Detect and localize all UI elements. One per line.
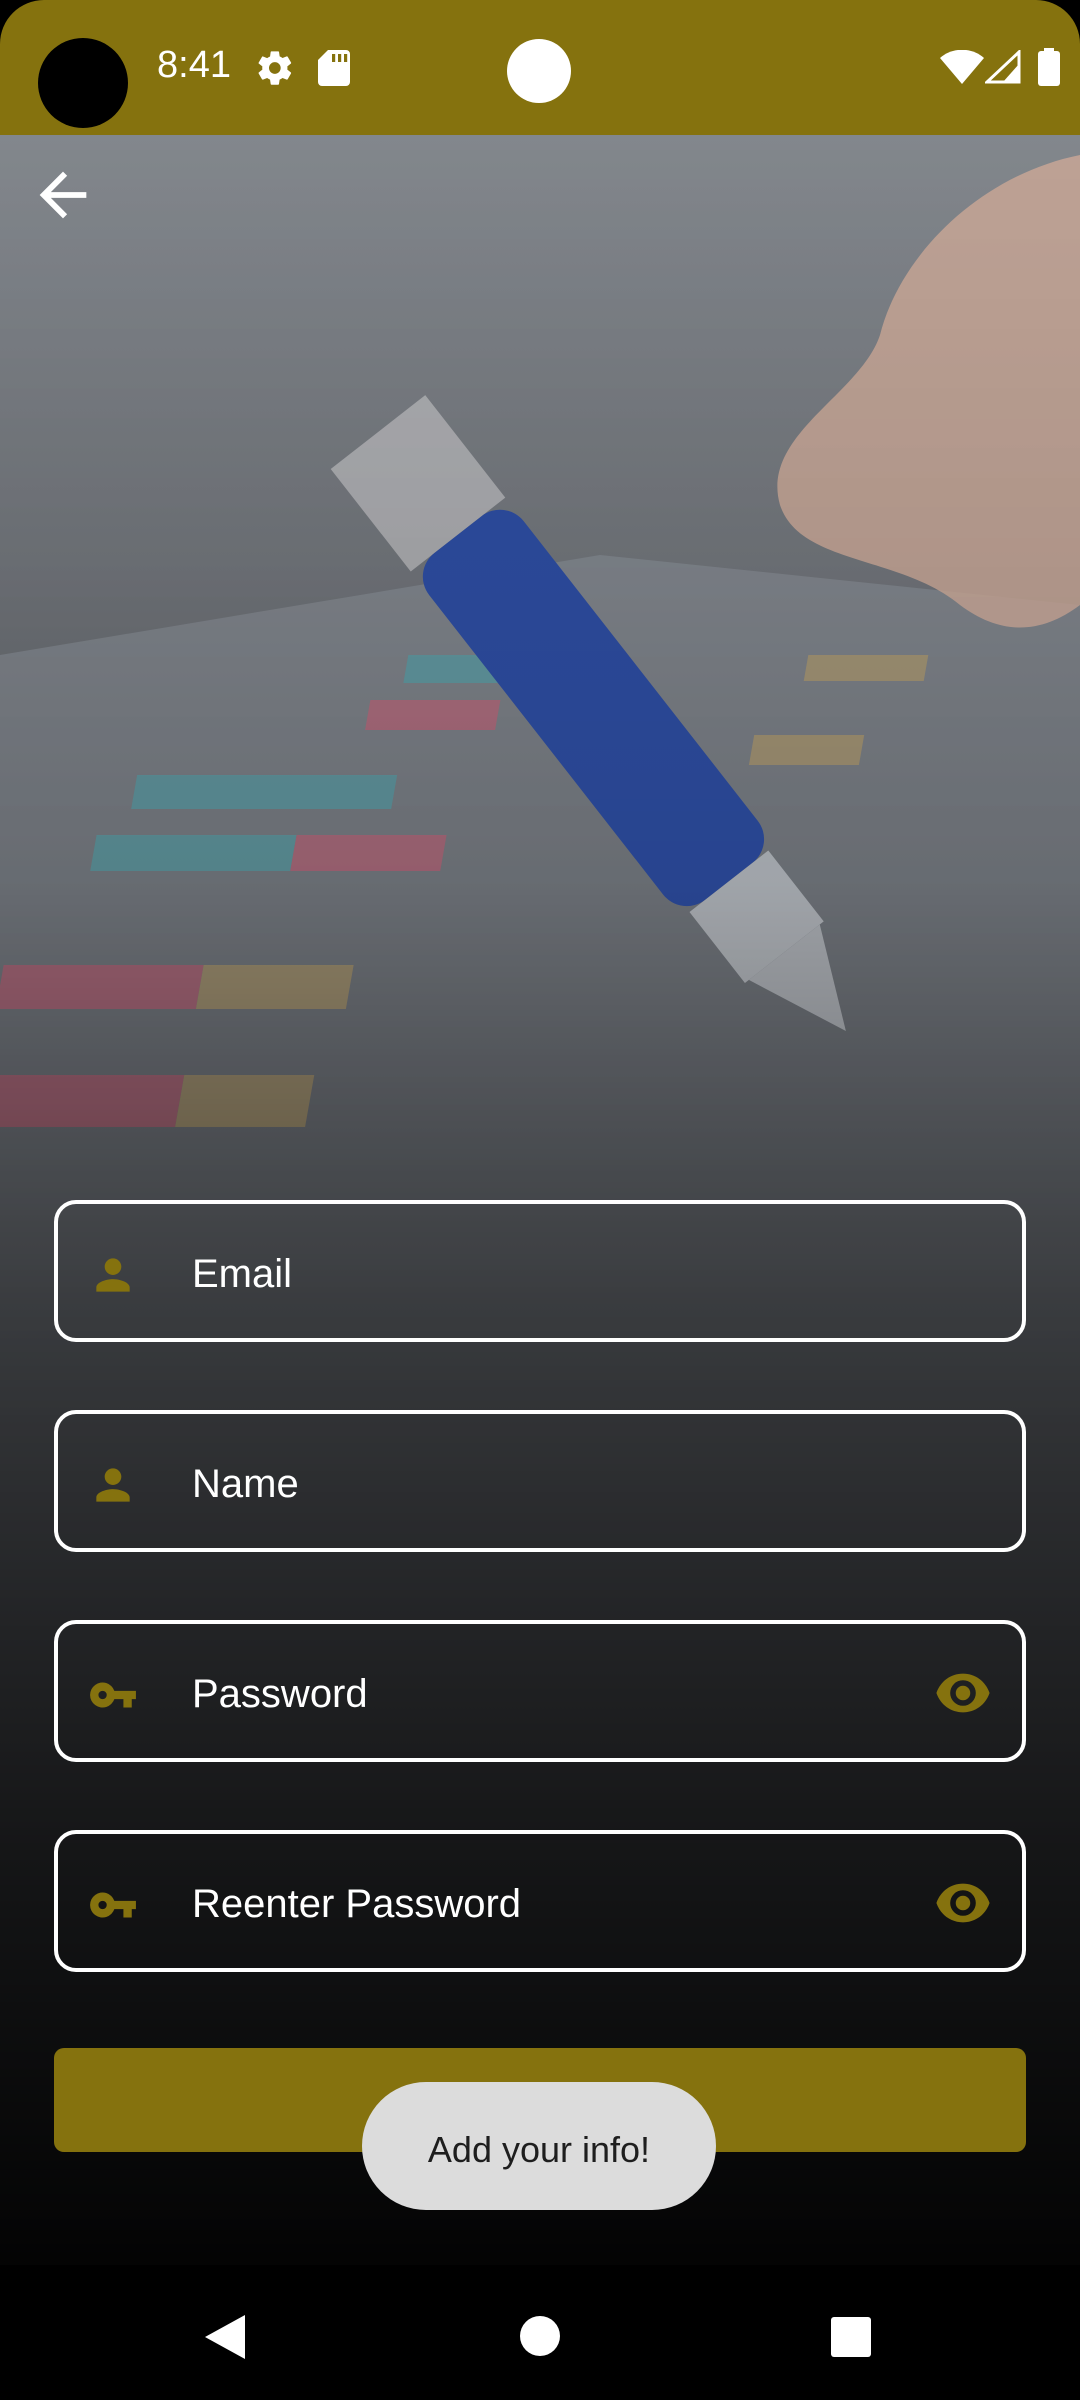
key-icon [90, 1892, 136, 1918]
back-arrow-icon[interactable] [28, 160, 98, 230]
email-placeholder: Email [192, 1252, 293, 1296]
person-icon [96, 1258, 130, 1292]
wifi-icon [940, 50, 984, 84]
eye-icon[interactable] [934, 1880, 992, 1926]
password-field[interactable]: Password [54, 1620, 1026, 1762]
name-placeholder: Name [192, 1462, 299, 1506]
signal-icon [985, 50, 1021, 84]
toast: Add your info! [362, 2082, 716, 2210]
status-time: 8:41 [157, 44, 231, 86]
battery-icon [1038, 48, 1060, 86]
name-field[interactable]: Name [54, 1410, 1026, 1552]
reenter-password-field[interactable]: Reenter Password [54, 1830, 1026, 1972]
gear-icon [258, 51, 292, 85]
navigation-bar [0, 2265, 1080, 2400]
nav-home-icon[interactable] [520, 2316, 560, 2356]
person-icon [96, 1468, 130, 1502]
front-sensor [507, 39, 571, 103]
sd-card-icon [318, 50, 350, 86]
password-placeholder: Password [192, 1672, 368, 1716]
nav-back-icon[interactable] [205, 2315, 245, 2359]
status-bar: 8:41 [0, 0, 1080, 135]
eye-icon[interactable] [934, 1670, 992, 1716]
reenter-password-placeholder: Reenter Password [192, 1882, 522, 1926]
nav-recents-icon[interactable] [831, 2317, 871, 2357]
toast-message: Add your info! [427, 2129, 651, 2170]
email-field[interactable]: Email [54, 1200, 1026, 1342]
camera-cutout [38, 38, 128, 128]
key-icon [90, 1682, 136, 1708]
